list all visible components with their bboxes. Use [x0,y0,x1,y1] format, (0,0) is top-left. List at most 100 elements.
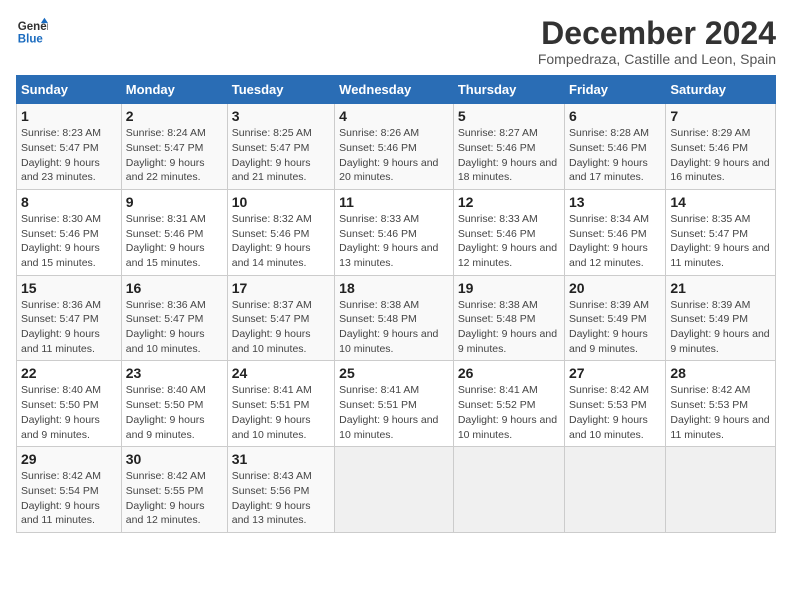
day-number: 1 [21,108,117,124]
weekday-header-cell: Tuesday [227,76,334,104]
calendar-day-cell: 2 Sunrise: 8:24 AMSunset: 5:47 PMDaylight… [121,104,227,190]
day-sun-info: Sunrise: 8:41 AMSunset: 5:52 PMDaylight:… [458,383,560,442]
calendar-day-cell [666,447,776,533]
day-number: 29 [21,451,117,467]
logo: General Blue [16,16,48,48]
calendar-day-cell: 23 Sunrise: 8:40 AMSunset: 5:50 PMDayligh… [121,361,227,447]
day-number: 18 [339,280,449,296]
day-sun-info: Sunrise: 8:34 AMSunset: 5:46 PMDaylight:… [569,212,661,271]
calendar-week-row: 15Sunrise: 8:36 AMSunset: 5:47 PMDayligh… [17,275,776,361]
calendar-day-cell: 4 Sunrise: 8:26 AMSunset: 5:46 PMDaylight… [335,104,454,190]
day-number: 7 [670,108,771,124]
day-sun-info: Sunrise: 8:30 AMSunset: 5:46 PMDaylight:… [21,212,117,271]
calendar-day-cell: 9 Sunrise: 8:31 AMSunset: 5:46 PMDaylight… [121,189,227,275]
svg-text:Blue: Blue [18,34,44,46]
day-number: 12 [458,194,560,210]
calendar-day-cell: 17 Sunrise: 8:37 AMSunset: 5:47 PMDayligh… [227,275,334,361]
calendar-day-cell: 24Sunrise: 8:41 AMSunset: 5:51 PMDayligh… [227,361,334,447]
day-number: 2 [126,108,223,124]
day-number: 31 [232,451,330,467]
calendar-day-cell: 5 Sunrise: 8:27 AMSunset: 5:46 PMDaylight… [453,104,564,190]
calendar-day-cell: 18 Sunrise: 8:38 AMSunset: 5:48 PMDayligh… [335,275,454,361]
day-sun-info: Sunrise: 8:38 AMSunset: 5:48 PMDaylight:… [458,298,560,357]
day-number: 24 [232,365,330,381]
day-number: 16 [126,280,223,296]
day-sun-info: Sunrise: 8:33 AMSunset: 5:46 PMDaylight:… [458,212,560,271]
calendar-day-cell: 26 Sunrise: 8:41 AMSunset: 5:52 PMDayligh… [453,361,564,447]
calendar-day-cell: 14 Sunrise: 8:35 AMSunset: 5:47 PMDayligh… [666,189,776,275]
calendar-week-row: 29 Sunrise: 8:42 AMSunset: 5:54 PMDayligh… [17,447,776,533]
day-number: 14 [670,194,771,210]
day-sun-info: Sunrise: 8:42 AMSunset: 5:54 PMDaylight:… [21,469,117,528]
calendar-day-cell: 16Sunrise: 8:36 AMSunset: 5:47 PMDayligh… [121,275,227,361]
calendar-day-cell: 22 Sunrise: 8:40 AMSunset: 5:50 PMDayligh… [17,361,122,447]
weekday-header-cell: Friday [565,76,666,104]
day-sun-info: Sunrise: 8:23 AMSunset: 5:47 PMDaylight:… [21,126,117,185]
calendar-week-row: 22 Sunrise: 8:40 AMSunset: 5:50 PMDayligh… [17,361,776,447]
day-sun-info: Sunrise: 8:32 AMSunset: 5:46 PMDaylight:… [232,212,330,271]
calendar-table: SundayMondayTuesdayWednesdayThursdayFrid… [16,75,776,533]
day-number: 13 [569,194,661,210]
day-sun-info: Sunrise: 8:40 AMSunset: 5:50 PMDaylight:… [21,383,117,442]
day-sun-info: Sunrise: 8:36 AMSunset: 5:47 PMDaylight:… [21,298,117,357]
logo-icon: General Blue [16,16,48,48]
day-number: 22 [21,365,117,381]
calendar-day-cell: 13 Sunrise: 8:34 AMSunset: 5:46 PMDayligh… [565,189,666,275]
day-sun-info: Sunrise: 8:24 AMSunset: 5:47 PMDaylight:… [126,126,223,185]
day-number: 3 [232,108,330,124]
day-number: 5 [458,108,560,124]
day-sun-info: Sunrise: 8:35 AMSunset: 5:47 PMDaylight:… [670,212,771,271]
day-number: 11 [339,194,449,210]
day-sun-info: Sunrise: 8:41 AMSunset: 5:51 PMDaylight:… [339,383,449,442]
day-number: 20 [569,280,661,296]
day-number: 23 [126,365,223,381]
calendar-day-cell: 8 Sunrise: 8:30 AMSunset: 5:46 PMDaylight… [17,189,122,275]
calendar-day-cell: 10 Sunrise: 8:32 AMSunset: 5:46 PMDayligh… [227,189,334,275]
day-sun-info: Sunrise: 8:37 AMSunset: 5:47 PMDaylight:… [232,298,330,357]
day-number: 8 [21,194,117,210]
day-sun-info: Sunrise: 8:40 AMSunset: 5:50 PMDaylight:… [126,383,223,442]
title-area: December 2024 Fompedraza, Castille and L… [538,16,776,67]
day-sun-info: Sunrise: 8:39 AMSunset: 5:49 PMDaylight:… [670,298,771,357]
calendar-day-cell: 12 Sunrise: 8:33 AMSunset: 5:46 PMDayligh… [453,189,564,275]
calendar-day-cell: 25Sunrise: 8:41 AMSunset: 5:51 PMDayligh… [335,361,454,447]
day-sun-info: Sunrise: 8:42 AMSunset: 5:53 PMDaylight:… [569,383,661,442]
calendar-day-cell: 20 Sunrise: 8:39 AMSunset: 5:49 PMDayligh… [565,275,666,361]
day-number: 10 [232,194,330,210]
weekday-header-cell: Wednesday [335,76,454,104]
calendar-day-cell: 6 Sunrise: 8:28 AMSunset: 5:46 PMDaylight… [565,104,666,190]
day-sun-info: Sunrise: 8:25 AMSunset: 5:47 PMDaylight:… [232,126,330,185]
calendar-day-cell: 15Sunrise: 8:36 AMSunset: 5:47 PMDayligh… [17,275,122,361]
day-number: 6 [569,108,661,124]
calendar-day-cell: 19 Sunrise: 8:38 AMSunset: 5:48 PMDayligh… [453,275,564,361]
calendar-day-cell: 31 Sunrise: 8:43 AMSunset: 5:56 PMDayligh… [227,447,334,533]
day-sun-info: Sunrise: 8:38 AMSunset: 5:48 PMDaylight:… [339,298,449,357]
day-number: 17 [232,280,330,296]
day-sun-info: Sunrise: 8:27 AMSunset: 5:46 PMDaylight:… [458,126,560,185]
weekday-header-cell: Sunday [17,76,122,104]
page-header: General Blue December 2024 Fompedraza, C… [16,16,776,67]
day-sun-info: Sunrise: 8:42 AMSunset: 5:53 PMDaylight:… [670,383,771,442]
day-sun-info: Sunrise: 8:28 AMSunset: 5:46 PMDaylight:… [569,126,661,185]
day-sun-info: Sunrise: 8:26 AMSunset: 5:46 PMDaylight:… [339,126,449,185]
day-sun-info: Sunrise: 8:43 AMSunset: 5:56 PMDaylight:… [232,469,330,528]
day-number: 9 [126,194,223,210]
day-number: 4 [339,108,449,124]
calendar-day-cell: 29 Sunrise: 8:42 AMSunset: 5:54 PMDayligh… [17,447,122,533]
location-subtitle: Fompedraza, Castille and Leon, Spain [538,51,776,67]
calendar-week-row: 8 Sunrise: 8:30 AMSunset: 5:46 PMDaylight… [17,189,776,275]
calendar-week-row: 1 Sunrise: 8:23 AMSunset: 5:47 PMDaylight… [17,104,776,190]
calendar-day-cell [453,447,564,533]
calendar-day-cell: 28Sunrise: 8:42 AMSunset: 5:53 PMDayligh… [666,361,776,447]
day-sun-info: Sunrise: 8:39 AMSunset: 5:49 PMDaylight:… [569,298,661,357]
day-number: 21 [670,280,771,296]
day-sun-info: Sunrise: 8:29 AMSunset: 5:46 PMDaylight:… [670,126,771,185]
calendar-day-cell [565,447,666,533]
calendar-day-cell: 21 Sunrise: 8:39 AMSunset: 5:49 PMDayligh… [666,275,776,361]
calendar-day-cell [335,447,454,533]
calendar-day-cell: 3 Sunrise: 8:25 AMSunset: 5:47 PMDaylight… [227,104,334,190]
day-number: 19 [458,280,560,296]
calendar-day-cell: 30Sunrise: 8:42 AMSunset: 5:55 PMDayligh… [121,447,227,533]
day-sun-info: Sunrise: 8:31 AMSunset: 5:46 PMDaylight:… [126,212,223,271]
day-number: 26 [458,365,560,381]
